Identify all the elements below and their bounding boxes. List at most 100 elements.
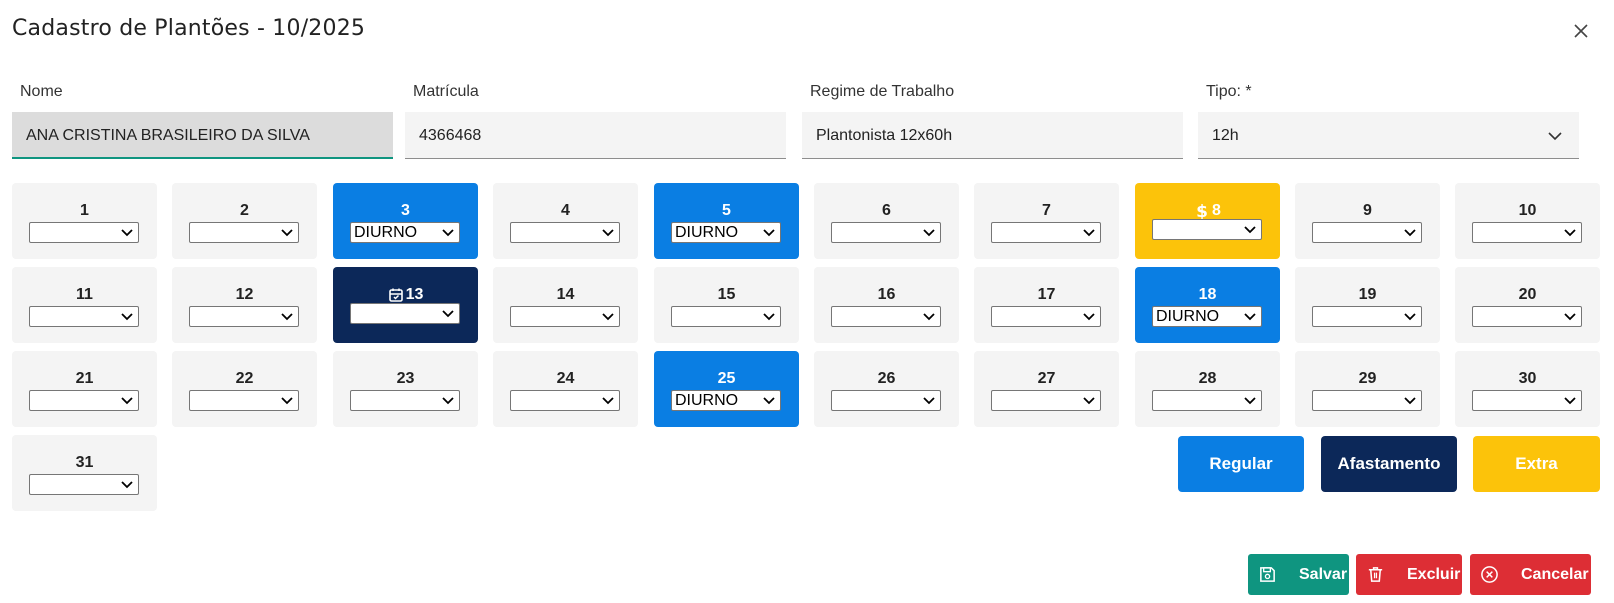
shift-select[interactable]: DIURNO	[671, 390, 781, 411]
shift-select[interactable]	[510, 306, 620, 327]
chevron-down-icon	[1083, 313, 1095, 321]
day-cell: 10	[1455, 183, 1600, 259]
day-number-text: 24	[556, 370, 575, 387]
day-cell: 9	[1295, 183, 1440, 259]
save-label: Salvar	[1299, 565, 1348, 583]
chevron-down-icon	[281, 313, 293, 321]
shift-select[interactable]	[1152, 219, 1262, 240]
day-number-text: 1	[80, 202, 89, 219]
shift-select[interactable]	[1152, 390, 1262, 411]
shift-select[interactable]	[350, 390, 460, 411]
day-number-text: 9	[1363, 202, 1372, 219]
day-number-text: 8	[1212, 202, 1221, 219]
legend-extra-button[interactable]: Extra	[1473, 436, 1600, 492]
shift-value: DIURNO	[675, 224, 739, 241]
regime-input[interactable]: Plantonista 12x60h	[802, 112, 1183, 159]
day-number: 20	[1455, 285, 1600, 305]
tipo-select[interactable]: 12h	[1198, 112, 1579, 159]
day-cell: 23	[333, 351, 478, 427]
chevron-down-icon	[442, 310, 454, 318]
shift-select[interactable]	[29, 474, 139, 495]
day-cell: 3 DIURNO	[333, 183, 478, 259]
day-number-text: 17	[1037, 286, 1056, 303]
shift-select[interactable]	[1312, 222, 1422, 243]
day-number-text: 6	[882, 202, 891, 219]
shift-select[interactable]: DIURNO	[350, 222, 460, 243]
shift-value: DIURNO	[354, 224, 418, 241]
shift-select[interactable]	[831, 390, 941, 411]
day-number-text: 11	[76, 286, 93, 303]
shift-select[interactable]	[671, 306, 781, 327]
shift-select[interactable]	[189, 306, 299, 327]
shift-select[interactable]	[1472, 390, 1582, 411]
shift-select[interactable]: DIURNO	[671, 222, 781, 243]
shift-select[interactable]	[29, 390, 139, 411]
day-number-text: 10	[1518, 202, 1537, 219]
shift-select[interactable]	[350, 303, 460, 324]
day-number-text: 30	[1518, 370, 1537, 387]
day-number-text: 16	[877, 286, 896, 303]
nome-field: Nome ANA CRISTINA BRASILEIRO DA SILVA	[12, 80, 393, 159]
shift-select[interactable]	[1472, 306, 1582, 327]
day-number: 11	[12, 285, 157, 305]
shift-select[interactable]	[510, 390, 620, 411]
day-number: 10	[1455, 201, 1600, 221]
day-number-text: 7	[1042, 202, 1051, 219]
chevron-down-icon	[602, 397, 614, 405]
day-number: 1	[12, 201, 157, 221]
chevron-down-icon	[1244, 397, 1256, 405]
day-number: 18	[1135, 285, 1280, 305]
close-icon[interactable]	[1570, 20, 1592, 42]
shift-select[interactable]: DIURNO	[1152, 306, 1262, 327]
day-number: 27	[974, 369, 1119, 389]
day-number-text: 22	[235, 370, 254, 387]
shift-select[interactable]	[991, 222, 1101, 243]
tipo-value: 12h	[1212, 127, 1239, 144]
shift-select[interactable]	[189, 222, 299, 243]
shift-select[interactable]	[1312, 306, 1422, 327]
shift-select[interactable]	[831, 306, 941, 327]
day-number: 2	[172, 201, 317, 221]
day-cell: 14	[493, 267, 638, 343]
shift-select[interactable]	[831, 222, 941, 243]
day-number-text: 27	[1037, 370, 1056, 387]
chevron-down-icon	[442, 397, 454, 405]
day-cell: 7	[974, 183, 1119, 259]
day-number: 19	[1295, 285, 1440, 305]
day-number: 22	[172, 369, 317, 389]
legend-afastamento-button[interactable]: Afastamento	[1321, 436, 1457, 492]
day-cell: 18 DIURNO	[1135, 267, 1280, 343]
chevron-down-icon	[1083, 229, 1095, 237]
tipo-field: Tipo: * 12h	[1198, 80, 1579, 159]
legend-regular-button[interactable]: Regular	[1178, 436, 1304, 492]
shift-select[interactable]	[1472, 222, 1582, 243]
shift-select[interactable]	[189, 390, 299, 411]
day-number: 14	[493, 285, 638, 305]
day-cell: 24	[493, 351, 638, 427]
day-number-text: 15	[717, 286, 736, 303]
matricula-input[interactable]: 4366468	[405, 112, 786, 159]
day-number-text: 2	[240, 202, 249, 219]
cancel-button[interactable]: Cancelar	[1470, 554, 1591, 595]
chevron-down-icon	[281, 229, 293, 237]
save-button[interactable]: Salvar	[1248, 554, 1349, 595]
chevron-down-icon	[121, 397, 133, 405]
shift-select[interactable]	[991, 306, 1101, 327]
day-number: 30	[1455, 369, 1600, 389]
day-number: 6	[814, 201, 959, 221]
shift-select[interactable]	[1312, 390, 1422, 411]
shift-value: DIURNO	[675, 392, 739, 409]
day-number-text: 29	[1358, 370, 1377, 387]
day-number: 29	[1295, 369, 1440, 389]
delete-button[interactable]: Excluir	[1356, 554, 1462, 595]
day-number-text: 18	[1198, 286, 1217, 303]
svg-text:$: $	[1196, 203, 1208, 219]
shift-select[interactable]	[991, 390, 1101, 411]
shift-select[interactable]	[29, 306, 139, 327]
shift-select[interactable]	[29, 222, 139, 243]
chevron-down-icon	[1244, 313, 1256, 321]
nome-input[interactable]: ANA CRISTINA BRASILEIRO DA SILVA	[12, 112, 393, 159]
day-number: 23	[333, 369, 478, 389]
day-number-text: 13	[405, 286, 424, 303]
shift-select[interactable]	[510, 222, 620, 243]
